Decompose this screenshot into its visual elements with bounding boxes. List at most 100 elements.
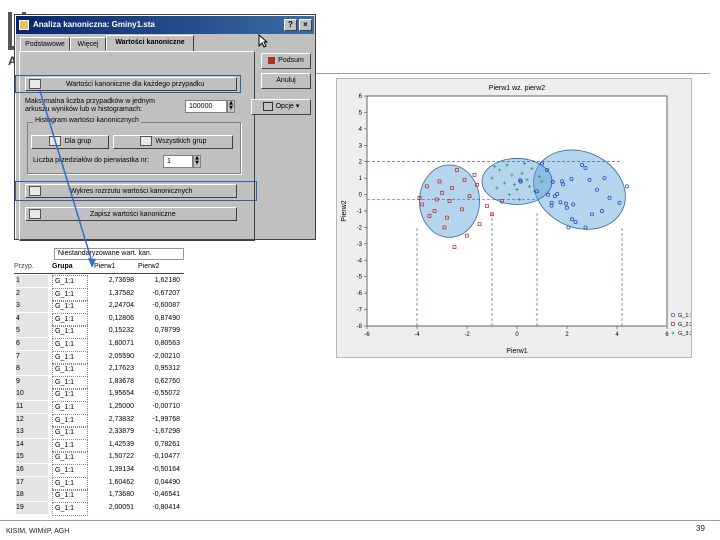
y-tick-label: -6 (357, 291, 363, 297)
scores-per-case-button[interactable]: Wartości kanoniczne dla każdego przypadk… (25, 77, 237, 91)
table-cell-root2[interactable]: 0,62760 (138, 376, 180, 388)
table-cell-root2[interactable]: -0,80414 (138, 502, 180, 514)
table-cell-root2[interactable]: -0,55072 (138, 388, 180, 400)
table-cell-root1[interactable]: 1,60462 (94, 477, 134, 489)
table-cell-root2[interactable]: -1,99768 (138, 414, 180, 426)
table-cell-root1[interactable]: 2,24704 (94, 300, 134, 312)
table-row-case[interactable]: 9 (16, 375, 48, 388)
table-cell-root2[interactable]: 0,04490 (138, 477, 180, 489)
slide-footer: KISIM, WIMiIP, AGH (6, 528, 70, 535)
table-row-case[interactable]: 1 (16, 275, 48, 287)
y-tick-label: -8 (357, 324, 363, 330)
maxcases-input[interactable]: 100000 (185, 100, 227, 113)
table-cell-root2[interactable]: 1,62180 (138, 275, 180, 287)
table-row-case[interactable]: 11 (16, 401, 48, 413)
hist-all-groups-button[interactable]: Wszystkich grup (113, 135, 233, 149)
tab-podstawowe[interactable]: Podstawowe (20, 37, 70, 51)
legend-marker (671, 331, 675, 335)
table-cell-root2[interactable]: 0,78799 (138, 325, 180, 337)
x-tick-label: 4 (615, 332, 619, 338)
table-cell-root1[interactable]: 1,80071 (94, 338, 134, 350)
scatter-button[interactable]: Wykres rozrzutu wartości kanonicznych (25, 184, 237, 198)
table-cell-root2[interactable]: -1,67298 (138, 426, 180, 438)
options-button[interactable]: Opcje ▾ (251, 99, 311, 115)
summary-button[interactable]: Podsum (261, 53, 311, 69)
table-row-case[interactable]: 14 (16, 438, 48, 451)
legend-label: G_1:1 (678, 313, 691, 319)
histogram-all-icon (139, 136, 152, 147)
summary-icon (268, 56, 276, 64)
table-row-case[interactable]: 13 (16, 426, 48, 439)
table-row-case[interactable]: 4 (16, 312, 48, 325)
ellipse-group2 (419, 164, 480, 238)
chart-title: Pierw1 wz. pierw2 (489, 85, 546, 92)
table-row-case[interactable]: 15 (16, 451, 48, 464)
table-cell-root2[interactable]: -0,50164 (138, 464, 180, 476)
table-cell-group[interactable]: G_1:1 (52, 501, 88, 516)
table-row-case[interactable]: 3 (16, 300, 48, 313)
table-cell-root1[interactable]: 1,37582 (94, 288, 134, 300)
x-tick-label: 0 (515, 332, 519, 338)
scatterplot-window: Pierw1 wz. pierw2 Pierw1 Pierw2 -6 -4 -2 0 2 4 6 6… (336, 78, 693, 358)
table-cell-root1[interactable]: 2,73832 (94, 414, 134, 426)
table-row-case[interactable]: 12 (16, 413, 48, 426)
cancel-button[interactable]: Anuluj (261, 73, 311, 89)
table-cell-root2[interactable]: 0,80563 (138, 338, 180, 350)
table-cell-root2[interactable]: -0,10477 (138, 451, 180, 463)
table-row-case[interactable]: 6 (16, 338, 48, 350)
tab-wartosci-kanoniczne[interactable]: Wartości kanoniczne (106, 35, 194, 52)
close-icon[interactable]: × (299, 19, 312, 31)
hist-intervals-spinner[interactable]: ▲ ▼ (193, 155, 201, 168)
x-tick-label: 6 (665, 332, 669, 338)
table-row-case[interactable]: 5 (16, 325, 48, 338)
summary-label: Podsum (278, 57, 304, 64)
x-tick-label: -4 (414, 332, 420, 338)
table-cell-root2[interactable]: 0,78261 (138, 439, 180, 451)
app-icon (19, 20, 29, 30)
table-cell-root1[interactable]: 1,83678 (94, 376, 134, 388)
table-cell-root1[interactable]: 1,42539 (94, 439, 134, 451)
table-row-case[interactable]: 19 (16, 501, 48, 514)
table-cell-root2[interactable]: -0,60087 (138, 300, 180, 312)
table-cell-root2[interactable]: -2,00210 (138, 351, 180, 363)
options-icon (262, 101, 273, 111)
spreadsheet-icon (29, 79, 41, 89)
table-cell-root1[interactable]: 2,73698 (94, 275, 134, 287)
table-cell-root2[interactable]: -0,46541 (138, 489, 180, 501)
table-row-case[interactable]: 8 (16, 363, 48, 376)
table-cell-root1[interactable]: 0,15232 (94, 325, 134, 337)
table-cell-root2[interactable]: -0,00710 (138, 401, 180, 413)
save-scores-button[interactable]: Zapisz wartości kanoniczne (25, 207, 237, 221)
table-cell-root1[interactable]: 2,00051 (94, 502, 134, 514)
y-tick-label: 2 (359, 160, 363, 166)
table-cell-root2[interactable]: 0,95312 (138, 363, 180, 375)
histogram-icon (48, 136, 61, 147)
help-icon[interactable]: ? (284, 19, 297, 31)
table-cell-root1[interactable]: 1,39134 (94, 464, 134, 476)
table-cell-root1[interactable]: 1,50722 (94, 451, 134, 463)
table-row-case[interactable]: 7 (16, 350, 48, 363)
table-cell-root1[interactable]: 1,25000 (94, 401, 134, 413)
table-row-case[interactable]: 18 (16, 489, 48, 502)
hist-groups-button[interactable]: Dla grup (31, 135, 109, 149)
options-label: Opcje (275, 103, 294, 110)
canonical-scores-table: Niestandaryzowane wart. kan. Przyp. Grup… (14, 248, 184, 516)
table-row-case[interactable]: 17 (16, 476, 48, 489)
table-cell-root2[interactable]: -0,67207 (138, 288, 180, 300)
maxcases-spinner[interactable]: ▲ ▼ (227, 100, 235, 113)
table-cell-root1[interactable]: 2,17623 (94, 363, 134, 375)
table-cell-root1[interactable]: 1,95654 (94, 388, 134, 400)
table-cell-root1[interactable]: 1,73680 (94, 489, 134, 501)
table-row-case[interactable]: 10 (16, 388, 48, 401)
tab-wiecej[interactable]: Więcej (70, 37, 106, 51)
table-cell-root1[interactable]: 0,12806 (94, 313, 134, 325)
table-row-case[interactable]: 16 (16, 464, 48, 476)
table-cell-root1[interactable]: 2,33879 (94, 426, 134, 438)
table-row-case[interactable]: 2 (16, 287, 48, 300)
y-tick-label: -7 (357, 308, 363, 314)
table-banner: Niestandaryzowane wart. kan. (54, 248, 184, 260)
hist-intervals-input[interactable]: 1 (163, 155, 193, 168)
y-tick-label: 1 (359, 176, 363, 182)
table-cell-root1[interactable]: 2,05590 (94, 351, 134, 363)
table-cell-root2[interactable]: 0,87490 (138, 313, 180, 325)
